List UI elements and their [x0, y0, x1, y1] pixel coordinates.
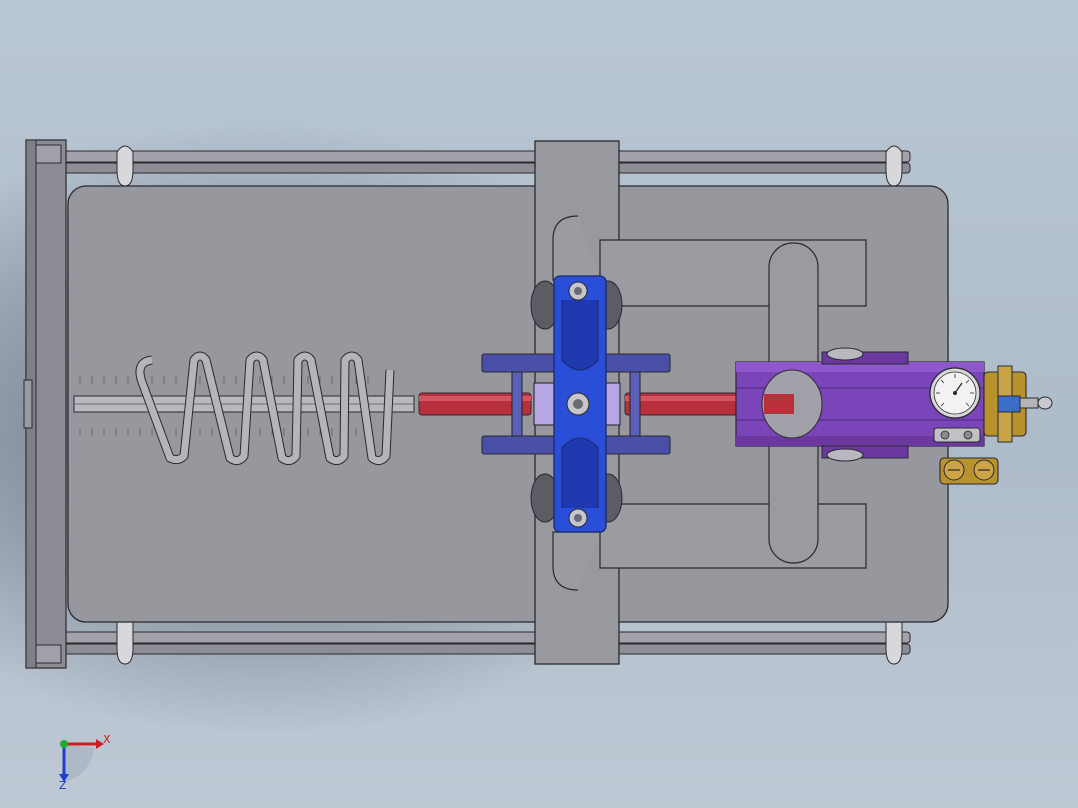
x-axis-label: X	[103, 733, 111, 746]
rail-post-top-right	[885, 145, 903, 187]
guide-rail-top[interactable]	[59, 150, 911, 174]
coordinate-triad: X Z	[59, 733, 111, 792]
rail-post-bottom-right	[885, 618, 903, 665]
rail-post-bottom-left	[116, 618, 134, 665]
pressure-gauge[interactable]	[929, 367, 981, 419]
clamp-block[interactable]	[553, 275, 607, 533]
end-frame[interactable]	[23, 139, 67, 669]
assembly-drawing[interactable]: X Z	[0, 0, 1078, 808]
cad-viewport[interactable]: X Z	[0, 0, 1078, 808]
z-axis-label: Z	[59, 779, 67, 792]
guide-rail-bottom[interactable]	[59, 631, 911, 655]
triad-origin	[60, 740, 68, 748]
rail-post-top-left	[116, 145, 134, 187]
